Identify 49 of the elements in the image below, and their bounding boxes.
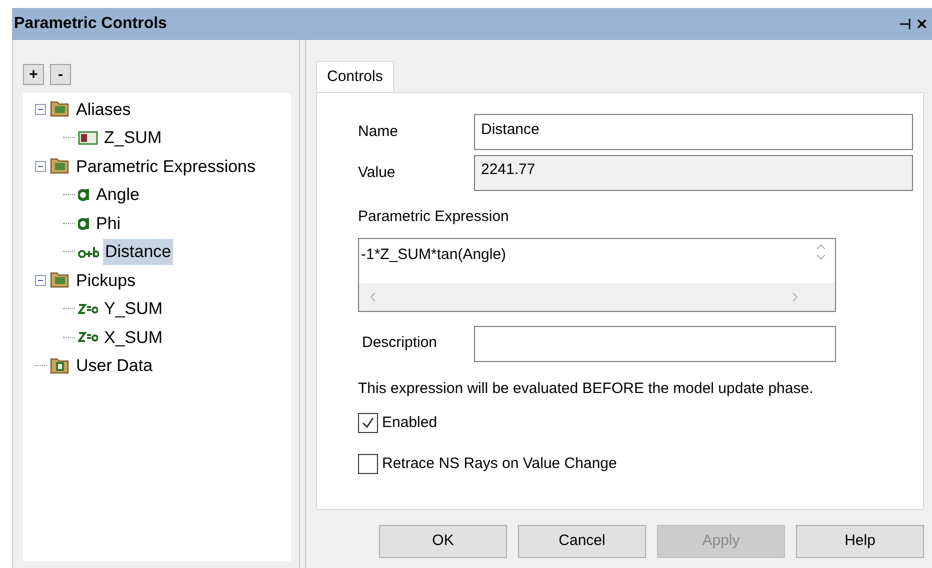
field-label: Name (358, 122, 400, 142)
checkmark-icon (361, 416, 375, 430)
folder-icon (50, 101, 70, 118)
tree-item[interactable]: User Data (74, 353, 155, 378)
dialog-button[interactable]: Cancel (518, 525, 646, 558)
letter-icon (78, 216, 90, 230)
card-icon (78, 130, 98, 145)
checkbox[interactable] (358, 454, 378, 474)
close-button[interactable]: ✕ (914, 17, 930, 31)
expand-all-button[interactable]: + (23, 64, 44, 85)
collapse-all-button[interactable]: - (50, 64, 71, 85)
checkbox-label: Enabled (382, 413, 438, 433)
field-label: Description (361, 333, 438, 354)
note-text: This expression will be evaluated BEFORE the model update phase. (358, 378, 814, 398)
description-field[interactable] (474, 326, 836, 362)
checkbox[interactable] (358, 413, 378, 434)
expression-text: -1*Z_SUM*tan(Angle) (360, 244, 508, 264)
formula-icon (78, 246, 99, 258)
folder-icon (50, 158, 70, 174)
expression-field[interactable]: -1*Z_SUM*tan(Angle) (358, 238, 836, 312)
field-label: Value (358, 162, 396, 183)
tree-item[interactable]: Aliases (74, 96, 133, 122)
scroll-up-icon[interactable] (816, 242, 826, 250)
folder-icon (50, 272, 70, 288)
field-label: Parametric Expression (358, 207, 510, 227)
tree-item[interactable]: Y_SUM (102, 296, 165, 322)
value-field[interactable]: 2241.77 (474, 155, 913, 191)
collapse-toggle-icon[interactable] (35, 104, 46, 115)
tree-item[interactable]: X_SUM (102, 324, 165, 350)
window-title: Parametric Controls (14, 14, 167, 34)
tree-item[interactable]: Distance (103, 239, 174, 264)
letter-icon (78, 188, 90, 202)
equation-icon (78, 302, 98, 315)
scroll-down-icon[interactable] (816, 254, 826, 260)
tree-item[interactable]: Z_SUM (102, 125, 164, 150)
pin-button[interactable]: ⊣ (896, 17, 914, 31)
dialog-button[interactable]: Help (796, 525, 924, 558)
tree-item[interactable]: Parametric Expressions (74, 154, 258, 179)
folder-document-icon (50, 358, 70, 374)
checkbox-label: Retrace NS Rays on Value Change (382, 454, 617, 474)
tree-item[interactable]: Pickups (74, 268, 138, 293)
name-field[interactable]: Distance (474, 114, 913, 150)
tab[interactable]: Controls (316, 61, 394, 93)
tree-item[interactable]: Phi (94, 210, 123, 236)
dialog-button[interactable]: OK (379, 525, 507, 558)
collapse-toggle-icon[interactable] (35, 274, 46, 286)
tree-item[interactable]: Angle (94, 182, 142, 208)
equation-icon (78, 331, 98, 344)
collapse-toggle-icon[interactable] (35, 160, 46, 172)
